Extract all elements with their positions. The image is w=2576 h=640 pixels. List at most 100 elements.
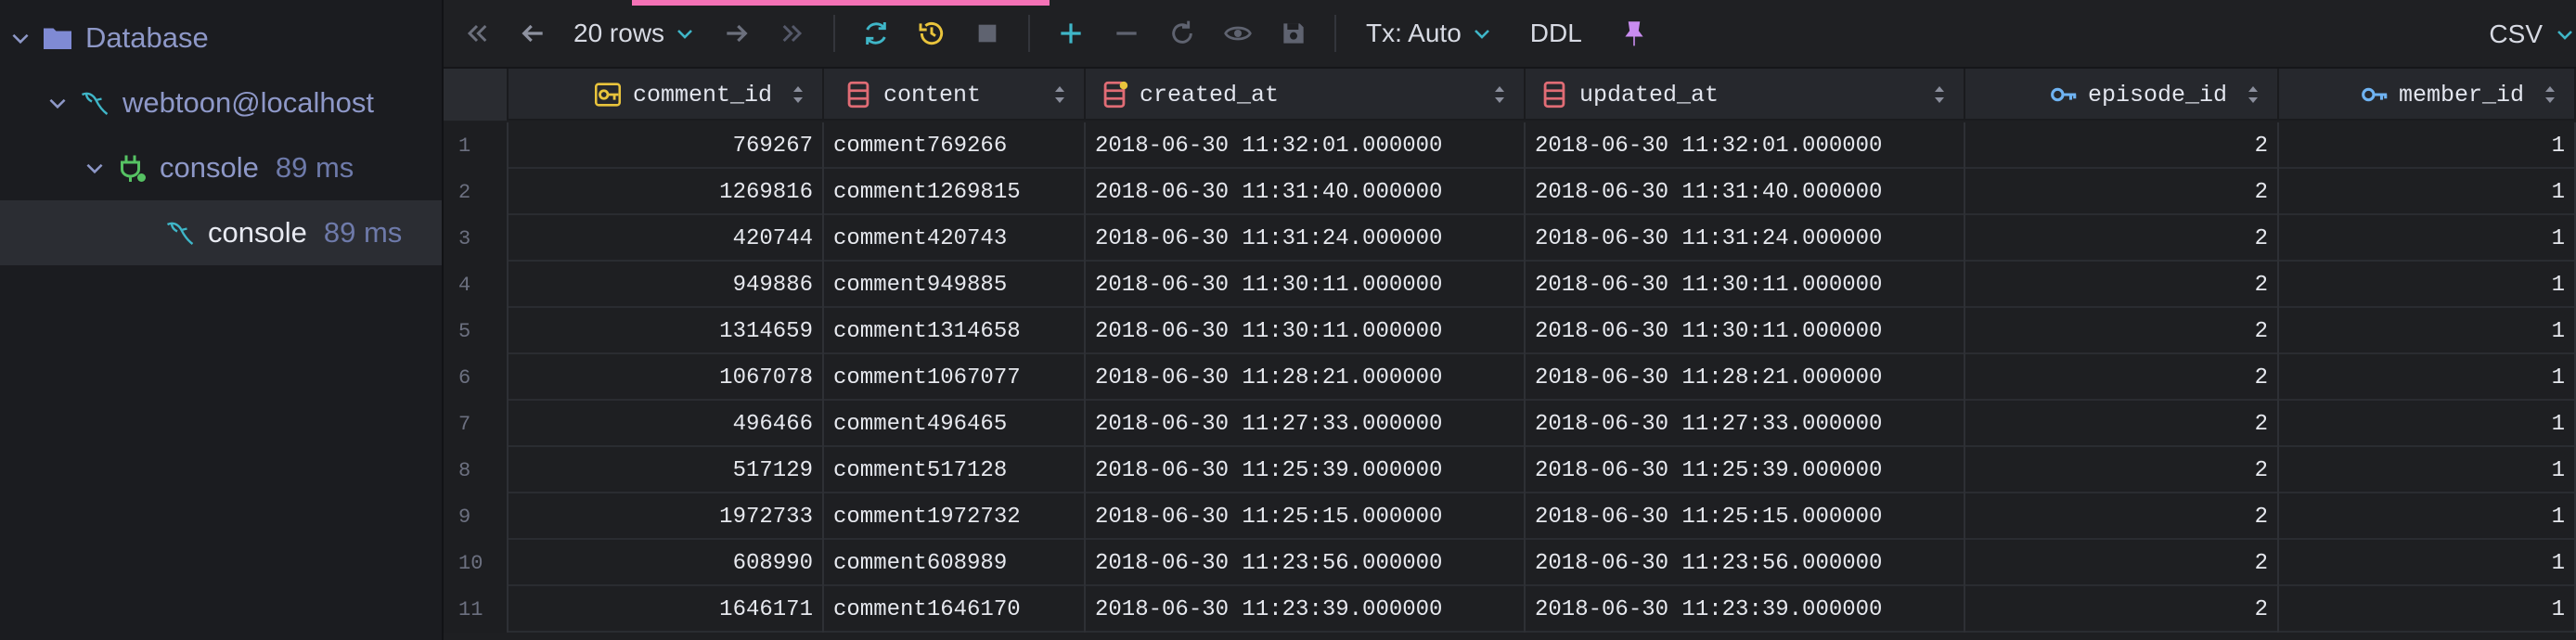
- cell-member-id[interactable]: 1: [2279, 354, 2576, 401]
- column-header-updated-at[interactable]: updated_at: [1526, 69, 1965, 121]
- table-row[interactable]: 10 608990 comment608989 2018-06-30 11:23:56…: [444, 540, 2576, 586]
- cell-member-id[interactable]: 1: [2279, 447, 2576, 493]
- add-row-icon[interactable]: [1047, 7, 1095, 59]
- cell-episode-id[interactable]: 2: [1965, 308, 2279, 354]
- cell-content[interactable]: comment1646170: [824, 586, 1086, 633]
- cell-member-id[interactable]: 1: [2279, 262, 2576, 308]
- row-number[interactable]: 4: [444, 262, 509, 308]
- column-header-created-at[interactable]: created_at: [1086, 69, 1526, 121]
- row-number[interactable]: 5: [444, 308, 509, 354]
- sort-icon[interactable]: [1930, 83, 1949, 107]
- cell-updated-at[interactable]: 2018-06-30 11:27:33.000000: [1526, 401, 1965, 447]
- row-number[interactable]: 6: [444, 354, 509, 401]
- cell-comment-id[interactable]: 608990: [509, 540, 824, 586]
- row-number[interactable]: 2: [444, 169, 509, 215]
- table-row[interactable]: 9 1972733 comment1972732 2018-06-30 11:25:1…: [444, 493, 2576, 540]
- row-number[interactable]: 11: [444, 586, 509, 633]
- cell-comment-id[interactable]: 769267: [509, 122, 824, 169]
- cell-created-at[interactable]: 2018-06-30 11:30:11.000000: [1086, 262, 1526, 308]
- tree-node-console-session[interactable]: console 89 ms: [0, 135, 442, 200]
- table-row[interactable]: 5 1314659 comment1314658 2018-06-30 11:30:1…: [444, 308, 2576, 354]
- cell-content[interactable]: comment1269815: [824, 169, 1086, 215]
- cell-content[interactable]: comment769266: [824, 122, 1086, 169]
- last-page-icon[interactable]: [768, 7, 817, 59]
- chevron-down-icon[interactable]: [45, 90, 71, 116]
- cell-member-id[interactable]: 1: [2279, 493, 2576, 540]
- cell-episode-id[interactable]: 2: [1965, 169, 2279, 215]
- cell-content[interactable]: comment949885: [824, 262, 1086, 308]
- cell-comment-id[interactable]: 1314659: [509, 308, 824, 354]
- cell-comment-id[interactable]: 1067078: [509, 354, 824, 401]
- transaction-mode-dropdown[interactable]: Tx: Auto: [1366, 19, 1493, 48]
- first-page-icon[interactable]: [453, 7, 501, 59]
- row-number[interactable]: 1: [444, 122, 509, 169]
- cell-updated-at[interactable]: 2018-06-30 11:30:11.000000: [1526, 262, 1965, 308]
- column-header-episode-id[interactable]: episode_id: [1965, 69, 2279, 121]
- cell-content[interactable]: comment420743: [824, 215, 1086, 262]
- cell-created-at[interactable]: 2018-06-30 11:30:11.000000: [1086, 308, 1526, 354]
- cell-comment-id[interactable]: 1646171: [509, 586, 824, 633]
- cell-updated-at[interactable]: 2018-06-30 11:31:40.000000: [1526, 169, 1965, 215]
- sort-icon[interactable]: [2244, 83, 2262, 107]
- sort-icon[interactable]: [1050, 83, 1069, 107]
- cell-created-at[interactable]: 2018-06-30 11:23:56.000000: [1086, 540, 1526, 586]
- cell-created-at[interactable]: 2018-06-30 11:27:33.000000: [1086, 401, 1526, 447]
- cell-created-at[interactable]: 2018-06-30 11:31:40.000000: [1086, 169, 1526, 215]
- cell-created-at[interactable]: 2018-06-30 11:25:15.000000: [1086, 493, 1526, 540]
- table-row[interactable]: 3 420744 comment420743 2018-06-30 11:31:24.…: [444, 215, 2576, 262]
- table-row[interactable]: 7 496466 comment496465 2018-06-30 11:27:33.…: [444, 401, 2576, 447]
- save-icon[interactable]: [1269, 7, 1318, 59]
- cell-created-at[interactable]: 2018-06-30 11:25:39.000000: [1086, 447, 1526, 493]
- cell-member-id[interactable]: 1: [2279, 401, 2576, 447]
- cell-created-at[interactable]: 2018-06-30 11:31:24.000000: [1086, 215, 1526, 262]
- cell-comment-id[interactable]: 1972733: [509, 493, 824, 540]
- cell-member-id[interactable]: 1: [2279, 540, 2576, 586]
- sort-icon[interactable]: [1490, 83, 1509, 107]
- cell-content[interactable]: comment1067077: [824, 354, 1086, 401]
- cell-episode-id[interactable]: 2: [1965, 354, 2279, 401]
- delete-row-icon[interactable]: [1102, 7, 1151, 59]
- column-header-member-id[interactable]: member_id: [2279, 69, 2576, 121]
- cell-updated-at[interactable]: 2018-06-30 11:25:15.000000: [1526, 493, 1965, 540]
- cell-member-id[interactable]: 1: [2279, 215, 2576, 262]
- cell-comment-id[interactable]: 420744: [509, 215, 824, 262]
- sort-icon[interactable]: [789, 83, 807, 107]
- cell-updated-at[interactable]: 2018-06-30 11:23:56.000000: [1526, 540, 1965, 586]
- cell-episode-id[interactable]: 2: [1965, 262, 2279, 308]
- table-row[interactable]: 2 1269816 comment1269815 2018-06-30 11:31:4…: [444, 169, 2576, 215]
- ddl-button[interactable]: DDL: [1530, 19, 1582, 48]
- tree-node-database[interactable]: Database: [0, 6, 442, 70]
- cell-episode-id[interactable]: 2: [1965, 447, 2279, 493]
- export-format-dropdown[interactable]: CSV: [2489, 0, 2576, 69]
- chevron-down-icon[interactable]: [7, 25, 33, 51]
- row-number[interactable]: 9: [444, 493, 509, 540]
- cell-created-at[interactable]: 2018-06-30 11:23:39.000000: [1086, 586, 1526, 633]
- row-number[interactable]: 8: [444, 447, 509, 493]
- stop-icon[interactable]: [963, 7, 1011, 59]
- cell-content[interactable]: comment517128: [824, 447, 1086, 493]
- row-number[interactable]: 10: [444, 540, 509, 586]
- rows-count-dropdown[interactable]: 20 rows: [573, 19, 696, 48]
- cell-updated-at[interactable]: 2018-06-30 11:31:24.000000: [1526, 215, 1965, 262]
- cell-episode-id[interactable]: 2: [1965, 122, 2279, 169]
- chevron-down-icon[interactable]: [82, 155, 108, 181]
- table-row[interactable]: 6 1067078 comment1067077 2018-06-30 11:28:2…: [444, 354, 2576, 401]
- cell-content[interactable]: comment496465: [824, 401, 1086, 447]
- cell-comment-id[interactable]: 517129: [509, 447, 824, 493]
- table-row[interactable]: 11 1646171 comment1646170 2018-06-30 11:23:…: [444, 586, 2576, 633]
- prev-page-icon[interactable]: [509, 7, 557, 59]
- cell-member-id[interactable]: 1: [2279, 169, 2576, 215]
- cell-comment-id[interactable]: 949886: [509, 262, 824, 308]
- cell-episode-id[interactable]: 2: [1965, 401, 2279, 447]
- sort-icon[interactable]: [2541, 83, 2559, 107]
- next-page-icon[interactable]: [713, 7, 761, 59]
- cell-content[interactable]: comment1314658: [824, 308, 1086, 354]
- cell-comment-id[interactable]: 496466: [509, 401, 824, 447]
- cell-created-at[interactable]: 2018-06-30 11:28:21.000000: [1086, 354, 1526, 401]
- row-number[interactable]: 3: [444, 215, 509, 262]
- cell-episode-id[interactable]: 2: [1965, 586, 2279, 633]
- cell-episode-id[interactable]: 2: [1965, 215, 2279, 262]
- cell-updated-at[interactable]: 2018-06-30 11:23:39.000000: [1526, 586, 1965, 633]
- cell-member-id[interactable]: 1: [2279, 586, 2576, 633]
- preview-icon[interactable]: [1214, 7, 1262, 59]
